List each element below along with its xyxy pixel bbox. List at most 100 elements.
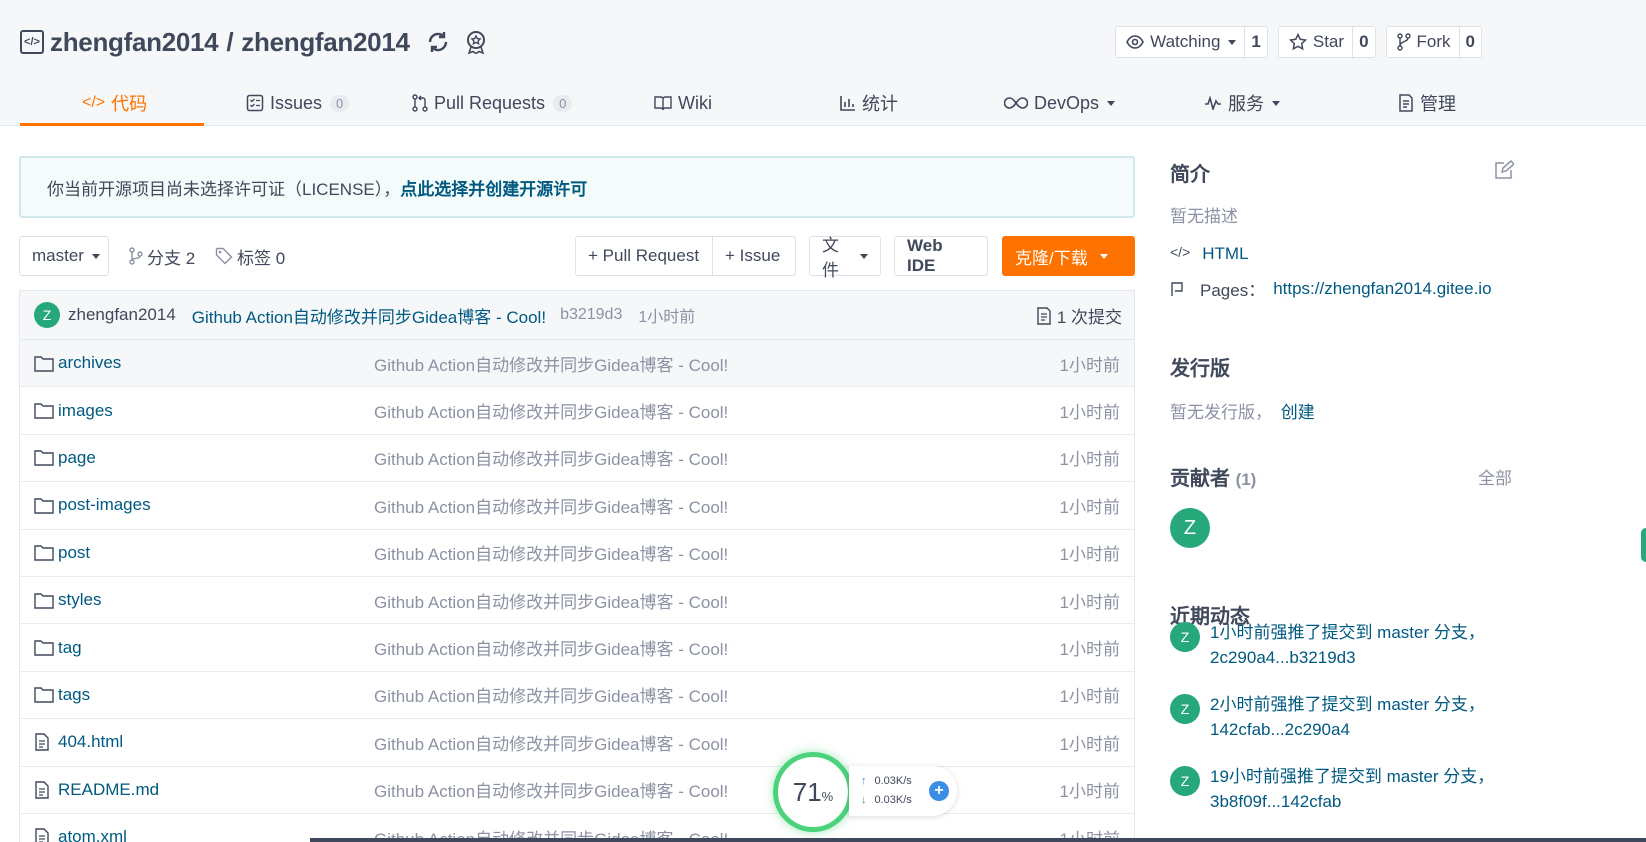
tags-count: 标签 0 [237,248,286,268]
network-speed-widget[interactable]: 71% ↑ 0.03K/s ↓ 0.03K/s + [773,752,957,832]
avatar[interactable]: Z [1170,622,1200,652]
file-commit-time: 1小时前 [1059,782,1120,802]
tags-link[interactable]: 标签 0 [215,236,285,276]
table-row[interactable]: styles Github Action自动修改并同步Gidea博客 - Cool… [20,577,1134,625]
file-commit-message[interactable]: Github Action自动修改并同步Gidea博客 - Cool! [374,682,728,707]
fork-button[interactable]: Fork 0 [1385,26,1482,58]
activity-text[interactable]: 19小时前强推了提交到 master 分支，3b8f09f...142cfab [1210,764,1510,814]
contributors-title: 贡献者 [1170,468,1230,490]
file-name-link[interactable]: atom.xml [58,827,127,842]
file-name-link[interactable]: archives [58,353,121,373]
chevron-down-icon [1099,253,1108,259]
table-row[interactable]: tags Github Action自动修改并同步Gidea博客 - Cool! 1… [20,672,1134,720]
repo-header: </> zhengfan2014 / zhengfan2014 Watching… [0,0,1646,126]
table-row[interactable]: post Github Action自动修改并同步Gidea博客 - Cool! 1… [20,530,1134,577]
file-name-link[interactable]: post [58,543,90,563]
speed-percent-ring[interactable]: 71% [773,752,853,832]
language-label: HTML [1202,244,1249,263]
file-name-link[interactable]: page [58,448,96,468]
commit-count-link[interactable]: 1 次提交 [1037,291,1122,340]
activity-text[interactable]: 1小时前强推了提交到 master 分支，2c290a4...b3219d3 [1210,620,1510,670]
file-commit-message[interactable]: Github Action自动修改并同步Gidea博客 - Cool! [374,445,728,470]
badge-award-icon[interactable] [462,28,490,56]
edit-icon[interactable] [1494,159,1516,185]
web-ide-button[interactable]: Web IDE [894,236,988,276]
plus-icon[interactable]: + [929,781,949,801]
table-row[interactable]: post-images Github Action自动修改并同步Gidea博客 -… [20,482,1134,530]
release-create-link[interactable]: 创建 [1281,403,1315,422]
file-name-link[interactable]: tags [58,685,90,705]
activity-text[interactable]: 2小时前强推了提交到 master 分支，142cfab...2c290a4 [1210,692,1510,742]
branch-select[interactable]: master [19,236,109,276]
table-row[interactable]: images Github Action自动修改并同步Gidea博客 - Cool… [20,387,1134,435]
table-row[interactable]: archives Github Action自动修改并同步Gidea博客 - Co… [20,340,1134,388]
language-link[interactable]: </> HTML [1170,244,1249,264]
table-row[interactable]: 404.html Github Action自动修改并同步Gidea博客 - Co… [20,719,1134,767]
table-row[interactable]: tag Github Action自动修改并同步Gidea博客 - Cool! 1小… [20,624,1134,672]
tab-issues-label: Issues [270,92,323,113]
table-row[interactable]: page Github Action自动修改并同步Gidea博客 - Cool! 1… [20,435,1134,483]
tab-devops[interactable]: DevOps [1004,80,1116,126]
side-float-tab[interactable] [1641,528,1646,562]
folder-icon [34,402,54,420]
file-commit-time: 1小时前 [1059,497,1120,517]
file-commit-message[interactable]: Github Action自动修改并同步Gidea博客 - Cool! [374,493,728,518]
tab-code[interactable]: </> 代码 [82,80,147,126]
bottom-scroll-bar[interactable] [310,838,1646,842]
contributor-avatar[interactable]: Z [1170,508,1210,548]
new-issue-button[interactable]: + Issue [712,236,796,276]
avatar[interactable]: Z [1170,766,1200,796]
tab-wiki[interactable]: Wiki [654,80,712,126]
tab-services[interactable]: 服务 [1204,80,1280,126]
tab-pull-requests[interactable]: Pull Requests 0 [412,80,573,126]
flag-icon [1171,281,1183,296]
file-commit-message[interactable]: Github Action自动修改并同步Gidea博客 - Cool! [374,398,728,423]
settings-doc-icon [1399,94,1413,112]
branch-icon [129,247,143,265]
code-icon: </> [1170,244,1191,260]
avatar[interactable]: Z [1170,694,1200,724]
file-commit-message[interactable]: Github Action自动修改并同步Gidea博客 - Cool! [374,588,728,613]
repo-toolbar: master 分支 2 标签 0 + Pull Request + Issue … [19,236,1135,280]
file-commit-message[interactable]: Github Action自动修改并同步Gidea博客 - Cool! [374,730,728,755]
pages-url-link[interactable]: https://zhengfan2014.gitee.io [1273,279,1491,299]
commit-author-link[interactable]: zhengfan2014 [68,305,176,325]
table-row[interactable]: README.md Github Action自动修改并同步Gidea博客 - C… [20,767,1134,814]
file-name-link[interactable]: post-images [58,495,151,515]
file-name-link[interactable]: 404.html [58,732,123,752]
watch-count[interactable]: 1 [1244,27,1266,57]
file-commit-message[interactable]: Github Action自动修改并同步Gidea博客 - Cool! [374,777,728,802]
file-commit-message[interactable]: Github Action自动修改并同步Gidea博客 - Cool! [374,635,728,660]
fork-count[interactable]: 0 [1458,27,1481,57]
folder-icon [34,496,54,514]
tab-manage-label: 管理 [1420,94,1456,114]
sync-icon[interactable] [424,28,452,56]
license-create-link[interactable]: 点此选择并创建开源许可 [400,175,587,200]
watch-button[interactable]: Watching 1 [1115,26,1268,58]
commit-sha-link[interactable]: b3219d3 [560,306,622,324]
file-menu-button[interactable]: 文件 [809,236,881,280]
repo-owner-link[interactable]: zhengfan2014 [50,27,219,58]
tab-issues[interactable]: Issues 0 [246,80,350,126]
commit-message-link[interactable]: Github Action自动修改并同步Gidea博客 - Cool! [192,303,546,328]
repo-actions: Watching 1 Star 0 Fork 0 [1115,26,1482,58]
repo-name-link[interactable]: zhengfan2014 [241,27,410,58]
tab-stats[interactable]: 统计 [840,80,898,126]
file-commit-time: 1小时前 [1059,545,1120,565]
file-commit-message[interactable]: Github Action自动修改并同步Gidea博客 - Cool! [374,540,728,565]
file-name-link[interactable]: styles [58,590,101,610]
contributors-all-link[interactable]: 全部 [1478,464,1512,489]
new-pull-request-button[interactable]: + Pull Request [575,236,713,276]
star-count[interactable]: 0 [1352,27,1374,57]
file-name-link[interactable]: images [58,401,113,421]
file-commit-message[interactable]: Github Action自动修改并同步Gidea博客 - Cool! [374,351,728,376]
avatar[interactable]: Z [34,302,60,328]
clone-download-button[interactable]: 克隆/下载 [1002,236,1135,276]
file-name-link[interactable]: README.md [58,780,159,800]
commit-count-label: 1 次提交 [1056,308,1122,327]
star-button[interactable]: Star 0 [1277,26,1376,58]
tab-manage[interactable]: 管理 [1398,80,1456,126]
branches-link[interactable]: 分支 2 [129,236,195,276]
file-commit-time: 1小时前 [1059,355,1120,375]
file-name-link[interactable]: tag [58,638,82,658]
